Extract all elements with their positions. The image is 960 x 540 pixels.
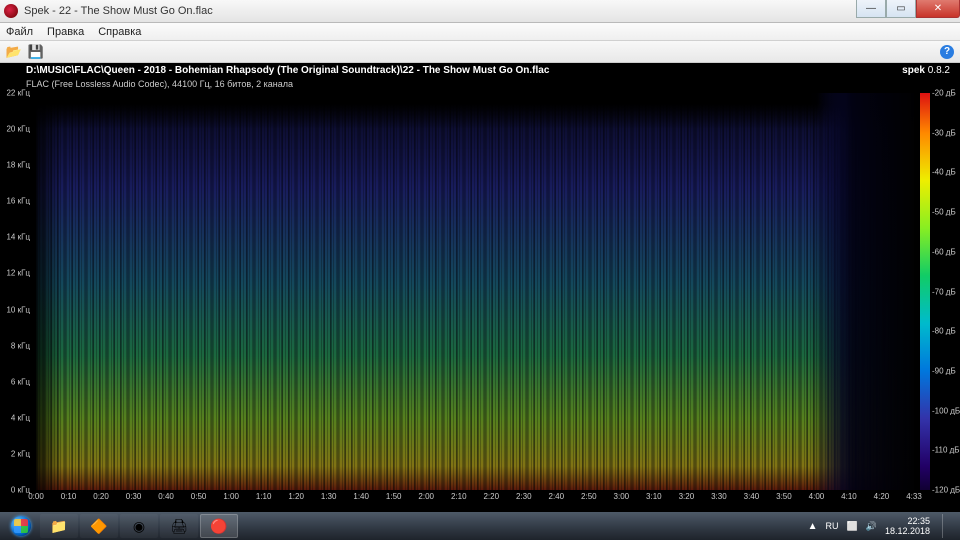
db-tick: -80 дБ — [932, 327, 956, 336]
window-title: Spek - 22 - The Show Must Go On.flac — [24, 5, 213, 17]
help-icon[interactable]: ? — [940, 45, 954, 59]
y-tick: 4 кГц — [11, 413, 30, 422]
db-tick: -70 дБ — [932, 287, 956, 296]
x-tick: 3:40 — [744, 492, 760, 501]
taskbar-app-explorer[interactable]: 📁 — [40, 514, 78, 538]
menu-help[interactable]: Справка — [98, 26, 141, 38]
y-tick: 8 кГц — [11, 341, 30, 350]
system-tray: ▲ RU ⬜ 🔊 22:35 18.12.2018 — [808, 514, 956, 538]
tray-flag-icon[interactable]: ▲ — [808, 521, 818, 532]
language-indicator[interactable]: RU — [826, 521, 839, 531]
windows-taskbar: 📁 🔶 ◉ 🖨 🔴 ▲ RU ⬜ 🔊 22:35 18.12.2018 — [0, 512, 960, 540]
x-tick: 0:40 — [158, 492, 174, 501]
start-button[interactable] — [4, 514, 38, 538]
x-tick: 4:33 — [906, 492, 922, 501]
app-icon — [4, 4, 18, 18]
x-tick: 3:30 — [711, 492, 727, 501]
x-tick: 4:00 — [809, 492, 825, 501]
db-tick: -30 дБ — [932, 128, 956, 137]
tray-network-icon[interactable]: ⬜ — [847, 521, 858, 532]
y-tick: 2 кГц — [11, 449, 30, 458]
tray-time: 22:35 — [885, 516, 930, 526]
x-tick: 2:20 — [483, 492, 499, 501]
db-tick: -20 дБ — [932, 89, 956, 98]
save-icon[interactable]: 💾 — [28, 44, 44, 60]
y-tick: 6 кГц — [11, 377, 30, 386]
x-tick: 1:10 — [256, 492, 272, 501]
spectrogram-plot — [36, 93, 914, 490]
menu-edit[interactable]: Правка — [47, 26, 84, 38]
x-tick: 3:20 — [679, 492, 695, 501]
windows-orb-icon — [11, 516, 31, 536]
codec-info-label: FLAC (Free Lossless Audio Codec), 44100 … — [26, 79, 293, 89]
tray-clock[interactable]: 22:35 18.12.2018 — [885, 516, 930, 536]
toolbar: 📂 💾 ? — [0, 41, 960, 63]
content-area: D:\MUSIC\FLAC\Queen - 2018 - Bohemian Rh… — [0, 63, 960, 512]
db-tick: -110 дБ — [932, 446, 960, 455]
taskbar-app-spek[interactable]: 🔴 — [200, 514, 238, 538]
x-tick: 2:00 — [418, 492, 434, 501]
x-tick: 2:10 — [451, 492, 467, 501]
taskbar-app-aimp[interactable]: 🔶 — [80, 514, 118, 538]
frequency-axis: 22 кГц20 кГц18 кГц16 кГц14 кГц12 кГц10 к… — [0, 93, 34, 490]
x-tick: 4:20 — [874, 492, 890, 501]
x-tick: 0:20 — [93, 492, 109, 501]
fade-out-region — [817, 93, 914, 490]
x-tick: 1:20 — [288, 492, 304, 501]
y-tick: 16 кГц — [6, 197, 30, 206]
taskbar-app-printer[interactable]: 🖨 — [160, 514, 198, 538]
y-tick: 10 кГц — [6, 305, 30, 314]
x-tick: 1:30 — [321, 492, 337, 501]
high-freq-rolloff — [36, 93, 914, 129]
open-file-icon[interactable]: 📂 — [6, 44, 22, 60]
maximize-button[interactable]: ▭ — [886, 0, 916, 18]
y-tick: 12 кГц — [6, 269, 30, 278]
x-tick: 2:40 — [548, 492, 564, 501]
menu-file[interactable]: Файл — [6, 26, 33, 38]
db-tick: -120 дБ — [932, 486, 960, 495]
x-tick: 3:10 — [646, 492, 662, 501]
y-tick: 18 кГц — [6, 161, 30, 170]
taskbar-app-chrome[interactable]: ◉ — [120, 514, 158, 538]
window-titlebar: Spek - 22 - The Show Must Go On.flac — ▭… — [0, 0, 960, 23]
window-buttons: — ▭ ✕ — [856, 0, 960, 18]
menu-bar: Файл Правка Справка — [0, 23, 960, 41]
x-tick: 0:30 — [126, 492, 142, 501]
y-tick: 22 кГц — [6, 89, 30, 98]
y-tick: 20 кГц — [6, 125, 30, 134]
x-tick: 1:00 — [223, 492, 239, 501]
db-tick: -60 дБ — [932, 247, 956, 256]
tray-date: 18.12.2018 — [885, 526, 930, 536]
app-version-label: spek 0.8.2 — [902, 65, 950, 76]
minimize-button[interactable]: — — [856, 0, 886, 18]
close-button[interactable]: ✕ — [916, 0, 960, 18]
db-tick: -50 дБ — [932, 208, 956, 217]
x-tick: 1:40 — [353, 492, 369, 501]
x-tick: 3:00 — [614, 492, 630, 501]
x-tick: 4:10 — [841, 492, 857, 501]
y-tick: 0 кГц — [11, 486, 30, 495]
x-tick: 2:50 — [581, 492, 597, 501]
spectrogram-heatmap — [36, 93, 914, 490]
tray-volume-icon[interactable]: 🔊 — [866, 521, 877, 532]
time-axis: 0:000:100:200:300:400:501:001:101:201:30… — [36, 492, 914, 506]
x-tick: 0:10 — [61, 492, 77, 501]
db-tick: -40 дБ — [932, 168, 956, 177]
x-tick: 0:50 — [191, 492, 207, 501]
db-tick: -90 дБ — [932, 366, 956, 375]
y-tick: 14 кГц — [6, 233, 30, 242]
x-tick: 1:50 — [386, 492, 402, 501]
db-tick: -100 дБ — [932, 406, 960, 415]
x-tick: 3:50 — [776, 492, 792, 501]
db-axis: -20 дБ-30 дБ-40 дБ-50 дБ-60 дБ-70 дБ-80 … — [932, 93, 960, 490]
x-tick: 2:30 — [516, 492, 532, 501]
file-path-label: D:\MUSIC\FLAC\Queen - 2018 - Bohemian Rh… — [26, 65, 549, 76]
show-desktop-button[interactable] — [942, 514, 950, 538]
x-tick: 0:00 — [28, 492, 44, 501]
color-scale-bar — [920, 93, 930, 490]
